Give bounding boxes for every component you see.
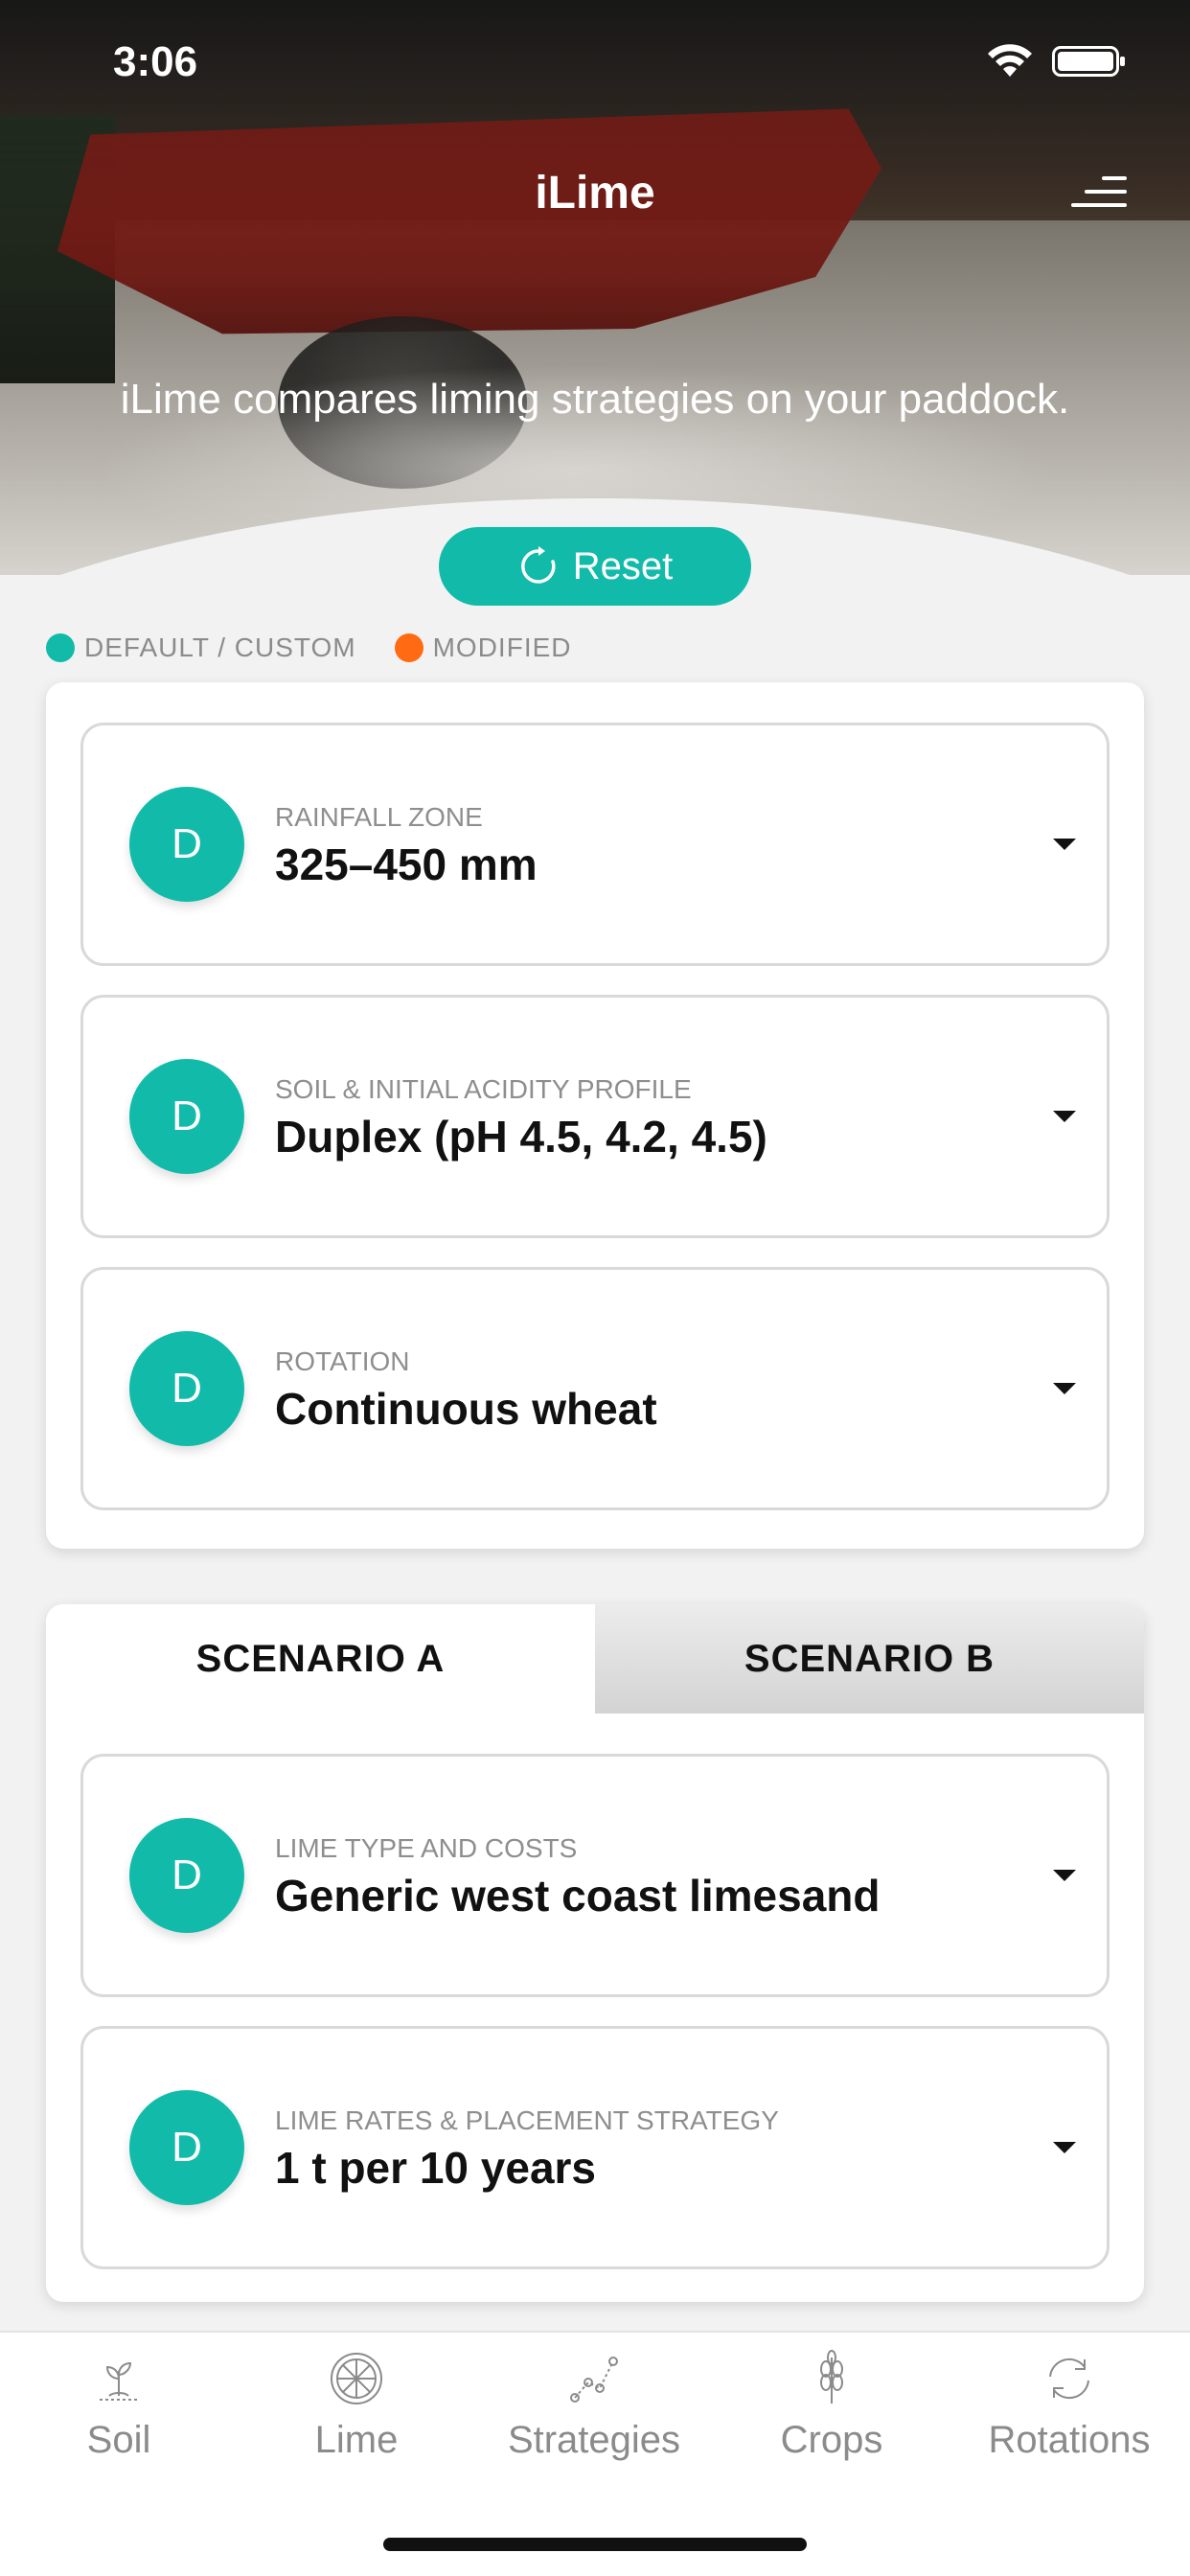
menu-icon-line	[1071, 203, 1127, 207]
legend-dot-default	[46, 633, 75, 662]
field-value: Generic west coast limesand	[275, 1871, 881, 1920]
field-label: RAINFALL ZONE	[275, 802, 483, 832]
status-badge: D	[129, 787, 244, 902]
caret-down-icon	[1053, 839, 1076, 850]
nav-item-rotations[interactable]: Rotations	[950, 2348, 1188, 2462]
lime-type-select[interactable]: D LIME TYPE AND COSTS Generic west coast…	[80, 1754, 1110, 1997]
lime-icon	[331, 2353, 382, 2404]
nav-item-crops[interactable]: Crops	[713, 2348, 950, 2462]
field-label: ROTATION	[275, 1346, 410, 1376]
legend-label: DEFAULT / CUSTOM	[84, 632, 356, 662]
scenario-panel: SCENARIO A SCENARIO B D LIME TYPE AND CO…	[46, 1604, 1144, 2302]
reset-button[interactable]: Reset	[439, 527, 751, 606]
home-indicator[interactable]	[383, 2538, 807, 2551]
tab-scenario-a[interactable]: SCENARIO A	[46, 1604, 595, 1714]
refresh-icon	[520, 546, 556, 584]
status-bar: 3:06	[0, 34, 1190, 92]
scenario-tabs: SCENARIO A SCENARIO B	[46, 1604, 1144, 1714]
nav-item-strategies[interactable]: Strategies	[475, 2348, 713, 2462]
legend-dot-modified	[394, 633, 423, 662]
tab-scenario-b[interactable]: SCENARIO B	[595, 1604, 1144, 1714]
nav-label: Crops	[780, 2419, 883, 2461]
caret-down-icon	[1053, 1870, 1076, 1881]
field-value: Duplex (pH 4.5, 4.2, 4.5)	[275, 1112, 767, 1162]
paddock-settings-panel: D RAINFALL ZONE 325–450 mm D SOIL & INIT…	[46, 682, 1144, 1549]
nav-label: Rotations	[988, 2419, 1151, 2461]
app-title: iLime	[535, 168, 655, 218]
crops-icon	[820, 2350, 843, 2404]
status-badge: D	[129, 1331, 244, 1446]
nav-label: Soil	[86, 2419, 151, 2461]
status-badge: D	[129, 2090, 244, 2205]
caret-down-icon	[1053, 1383, 1076, 1394]
soil-icon	[100, 2361, 138, 2401]
legend: DEFAULT / CUSTOM MODIFIED	[46, 632, 610, 663]
legend-label: MODIFIED	[432, 632, 572, 662]
soil-profile-select[interactable]: D SOIL & INITIAL ACIDITY PROFILE Duplex …	[80, 995, 1110, 1238]
field-label: LIME TYPE AND COSTS	[275, 1833, 578, 1863]
rainfall-zone-select[interactable]: D RAINFALL ZONE 325–450 mm	[80, 723, 1110, 966]
nav-label: Lime	[314, 2419, 399, 2461]
field-label: LIME RATES & PLACEMENT STRATEGY	[275, 2105, 779, 2135]
status-badge: D	[129, 1818, 244, 1933]
rotation-select[interactable]: D ROTATION Continuous wheat	[80, 1267, 1110, 1510]
rotations-icon	[1049, 2358, 1089, 2400]
status-badge: D	[129, 1059, 244, 1174]
nav-item-lime[interactable]: Lime	[238, 2348, 475, 2462]
field-label: SOIL & INITIAL ACIDITY PROFILE	[275, 1074, 692, 1104]
strategies-icon	[570, 2357, 618, 2403]
nav-item-soil[interactable]: Soil	[0, 2348, 238, 2462]
menu-icon-line	[1085, 190, 1127, 194]
legend-item-default: DEFAULT / CUSTOM	[46, 632, 356, 663]
battery-icon	[1052, 46, 1125, 77]
reset-label: Reset	[572, 544, 674, 587]
menu-icon	[1102, 176, 1127, 180]
caret-down-icon	[1053, 1111, 1076, 1122]
menu-button[interactable]	[1071, 172, 1127, 211]
field-value: 325–450 mm	[275, 840, 538, 889]
legend-item-modified: MODIFIED	[394, 632, 572, 663]
hero-tagline: iLime compares liming strategies on your…	[120, 376, 1070, 423]
nav-label: Strategies	[507, 2419, 681, 2461]
wifi-icon	[988, 44, 1032, 77]
field-value: Continuous wheat	[275, 1384, 657, 1434]
status-time: 3:06	[113, 38, 198, 85]
caret-down-icon	[1053, 2142, 1076, 2153]
field-value: 1 t per 10 years	[275, 2143, 597, 2193]
lime-rates-select[interactable]: D LIME RATES & PLACEMENT STRATEGY 1 t pe…	[80, 2026, 1110, 2269]
